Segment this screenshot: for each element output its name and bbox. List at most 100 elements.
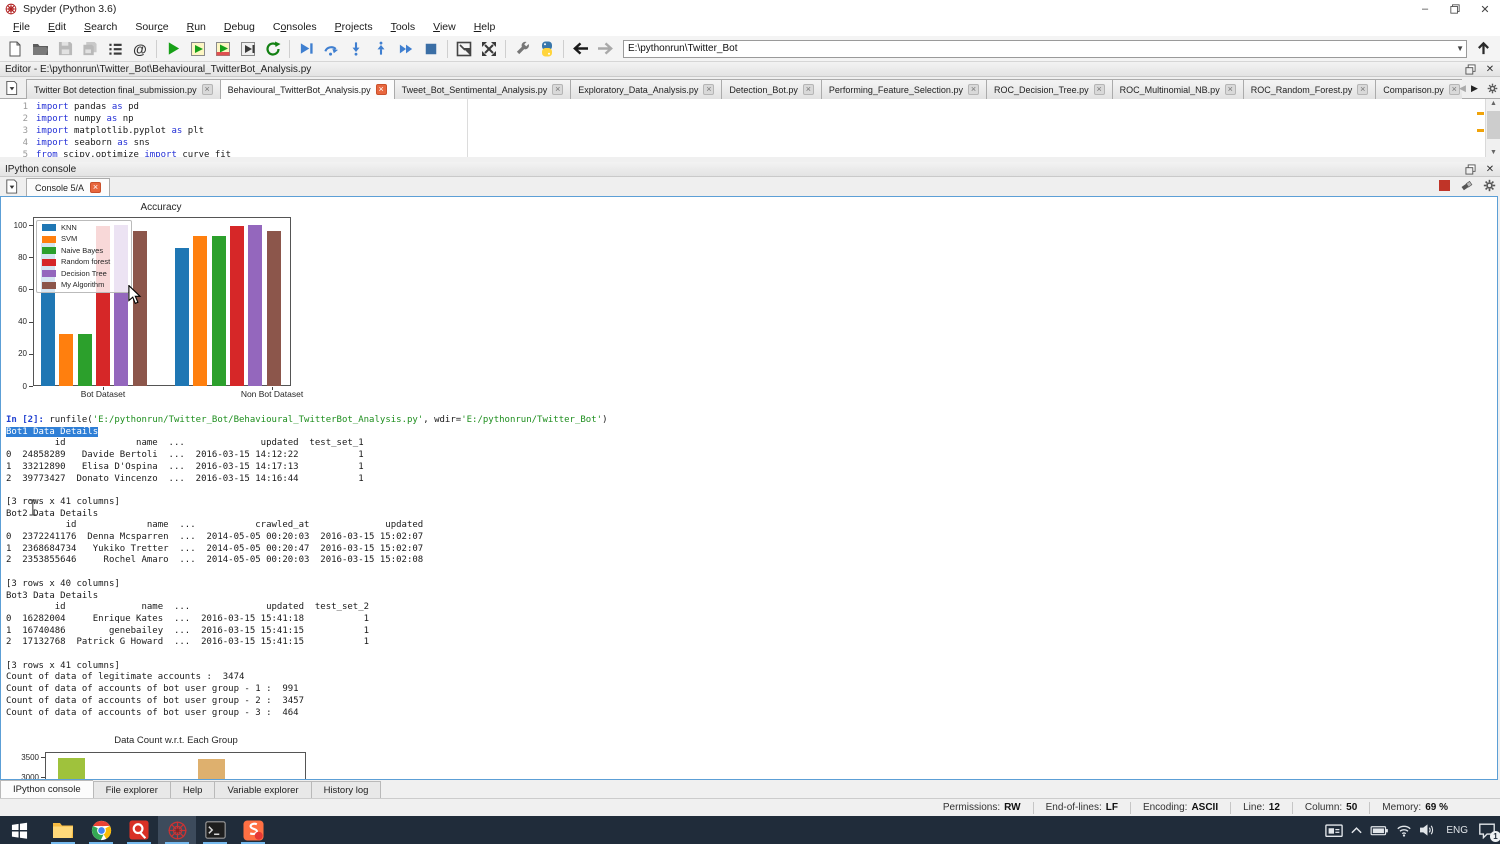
maximize-pane-icon[interactable] (455, 40, 473, 58)
terminal-icon[interactable] (196, 816, 234, 844)
python-path-icon[interactable] (538, 40, 556, 58)
save-icon[interactable] (56, 40, 74, 58)
forward-icon[interactable] (596, 40, 614, 58)
symbol-finder-icon[interactable]: @ (131, 40, 149, 58)
notification-icon[interactable]: 1 (1478, 822, 1500, 842)
menu-consoles[interactable]: Consoles (264, 21, 326, 33)
tab-close-icon[interactable]: × (1224, 84, 1236, 95)
tab-scroll-right-icon[interactable]: ▶ (1469, 81, 1480, 95)
tab-close-icon[interactable]: × (802, 84, 814, 95)
menu-help[interactable]: Help (465, 21, 505, 33)
tab-close-icon[interactable]: × (90, 182, 102, 193)
speaker-icon[interactable] (1419, 823, 1436, 837)
chrome-icon[interactable] (82, 816, 120, 844)
stop-debug-icon[interactable] (422, 40, 440, 58)
menu-search[interactable]: Search (75, 21, 126, 33)
editor-options-gear-icon[interactable] (1487, 81, 1498, 95)
editor-tab[interactable]: ROC_Multinomial_NB.py × (1111, 79, 1243, 99)
tab-close-icon[interactable]: × (1357, 84, 1369, 95)
editor-tab[interactable]: Exploratory_Data_Analysis.py × (570, 79, 722, 99)
editor-tab[interactable]: Twitter Bot detection final_submission.p… (26, 79, 220, 99)
chevron-up-icon[interactable] (1350, 825, 1363, 835)
menu-view[interactable]: View (424, 21, 465, 33)
tab-close-icon[interactable]: × (967, 84, 979, 95)
restore-button[interactable] (1440, 0, 1470, 18)
step-into-icon[interactable] (347, 40, 365, 58)
editor-tab[interactable]: ROC_Decision_Tree.py × (985, 79, 1112, 99)
plugin-tab-variable-explorer[interactable]: Variable explorer (214, 781, 311, 798)
spyder-taskbar-icon[interactable] (158, 816, 196, 844)
undock-pane-icon[interactable] (1463, 163, 1477, 176)
plugin-tab-ipython-console[interactable]: IPython console (0, 780, 93, 798)
console-tab[interactable]: Console 5/A × (26, 178, 111, 196)
interrupt-kernel-icon[interactable] (1439, 180, 1450, 191)
outline-list-icon[interactable] (106, 40, 124, 58)
continue-icon[interactable] (397, 40, 415, 58)
debug-file-icon[interactable] (297, 40, 315, 58)
preferences-wrench-icon[interactable] (513, 40, 531, 58)
editor-tab[interactable]: Comparison.py × (1375, 79, 1462, 99)
minimize-button[interactable]: – (1410, 0, 1440, 18)
new-file-icon[interactable] (6, 40, 24, 58)
editor-tab[interactable]: Detection_Bot.py × (721, 79, 821, 99)
close-pane-icon[interactable]: ✕ (1483, 63, 1497, 76)
run-cell-advance-icon[interactable] (214, 40, 232, 58)
editor-tab[interactable]: Tweet_Bot_Sentimental_Analysis.py × (393, 79, 571, 99)
menu-file[interactable]: File (4, 21, 39, 33)
menu-edit[interactable]: Edit (39, 21, 75, 33)
tab-close-icon[interactable]: × (1093, 84, 1105, 95)
menu-source[interactable]: Source (126, 21, 177, 33)
scroll-up-icon[interactable]: ▲ (1486, 100, 1500, 107)
open-file-icon[interactable] (31, 40, 49, 58)
undock-pane-icon[interactable] (1463, 63, 1477, 76)
close-pane-icon[interactable]: ✕ (1483, 163, 1497, 176)
rerun-icon[interactable] (264, 40, 282, 58)
parent-directory-icon[interactable] (1474, 40, 1492, 58)
file-explorer-icon[interactable] (44, 816, 82, 844)
tab-close-icon[interactable]: × (201, 84, 213, 95)
back-icon[interactable] (571, 40, 589, 58)
editor-tab[interactable]: Behavioural_TwitterBot_Analysis.py × (219, 79, 394, 99)
tab-close-icon[interactable]: × (703, 84, 715, 95)
start-button[interactable] (0, 816, 38, 844)
run-selection-icon[interactable] (239, 40, 257, 58)
console-line: Bot3 Data Details (6, 590, 99, 601)
tab-scroll-left-icon[interactable]: ◀ (1457, 81, 1468, 95)
console-options-gear-icon[interactable] (1483, 179, 1496, 192)
editor-tab[interactable]: ROC_Random_Forest.py × (1242, 79, 1376, 99)
plugin-tab-history-log[interactable]: History log (310, 781, 382, 798)
acrobat-icon[interactable] (120, 816, 158, 844)
browse-tabs-icon[interactable] (4, 80, 20, 96)
tray-app-icon[interactable] (1325, 822, 1344, 839)
battery-icon[interactable] (1370, 824, 1389, 837)
code-editor[interactable]: 1 import pandas as pd 2 import numpy as np 3… (0, 99, 1500, 157)
run-icon[interactable] (164, 40, 182, 58)
tab-close-icon[interactable]: × (375, 84, 387, 95)
console-output[interactable]: Accuracy 0 20 40 60 80 100 Bot Dataset Non Bot D… (0, 196, 1498, 780)
editor-scrollbar[interactable]: ▲ ▼ (1485, 99, 1500, 157)
editor-tab[interactable]: Performing_Feature_Selection.py × (820, 79, 986, 99)
y-tick-label: 20 (18, 349, 27, 359)
scroll-down-icon[interactable]: ▼ (1486, 149, 1500, 156)
browse-tabs-icon[interactable] (4, 179, 20, 195)
working-directory-input[interactable]: E:\pythonrun\Twitter_Bot ▼ (623, 39, 1467, 58)
menu-projects[interactable]: Projects (326, 21, 382, 33)
plugin-tab-help[interactable]: Help (169, 781, 215, 798)
run-cell-icon[interactable] (189, 40, 207, 58)
chevron-down-icon[interactable]: ▼ (1456, 44, 1464, 53)
wifi-icon[interactable] (1396, 824, 1412, 837)
menu-tools[interactable]: Tools (382, 21, 425, 33)
fullscreen-icon[interactable] (480, 40, 498, 58)
step-out-icon[interactable] (372, 40, 390, 58)
clear-console-icon[interactable] (1459, 179, 1474, 192)
scrollbar-thumb[interactable] (1487, 111, 1500, 139)
plugin-tab-file-explorer[interactable]: File explorer (92, 781, 170, 798)
menu-debug[interactable]: Debug (215, 21, 264, 33)
language-indicator[interactable]: ENG (1443, 825, 1471, 836)
step-over-icon[interactable] (322, 40, 340, 58)
tab-close-icon[interactable]: × (552, 84, 564, 95)
screenshot-app-icon[interactable] (234, 816, 272, 844)
close-button[interactable]: ✕ (1470, 0, 1500, 18)
menu-run[interactable]: Run (178, 21, 215, 33)
save-all-icon[interactable] (81, 40, 99, 58)
